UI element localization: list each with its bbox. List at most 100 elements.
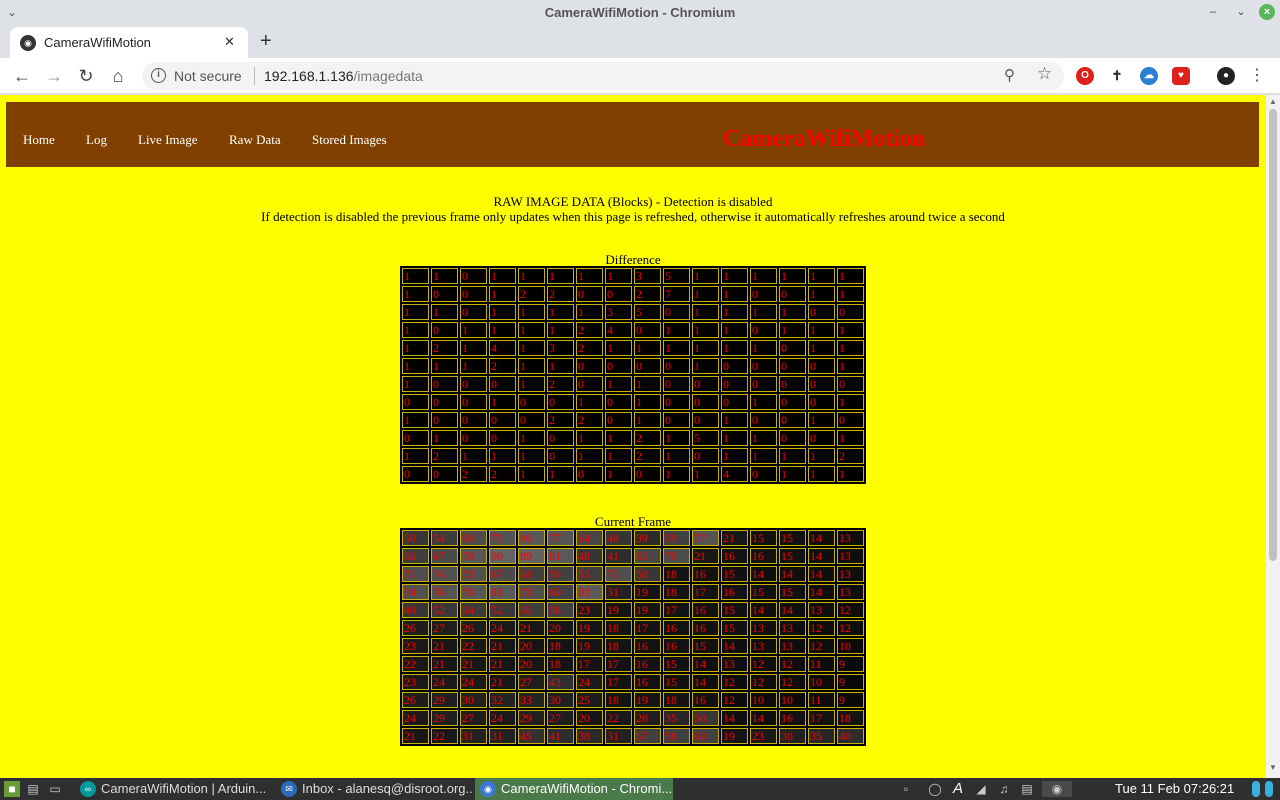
grid-cell: 1 [721, 268, 748, 284]
grid-cell: 23 [576, 602, 603, 618]
taskbar-clock[interactable]: Tue 11 Feb 07:26:21 [1115, 778, 1234, 800]
page-scrollbar[interactable]: ▲ ▼ [1266, 95, 1280, 778]
network-signal-icon[interactable]: ◢ [973, 781, 989, 797]
grid-cell: 17 [605, 674, 632, 690]
grid-cell: 14 [692, 674, 719, 690]
security-label[interactable]: Not secure [174, 68, 242, 84]
nav-stored-images-link[interactable]: Stored Images [312, 132, 387, 148]
grid-cell: 31 [605, 584, 632, 600]
grid-cell: 10 [779, 692, 806, 708]
font-tray-icon[interactable]: A [950, 781, 966, 797]
scroll-down-icon[interactable]: ▼ [1269, 763, 1277, 772]
grid-cell: 0 [837, 412, 864, 428]
grid-cell: 0 [431, 376, 458, 392]
maximize-icon[interactable]: ⌄ [1233, 4, 1249, 20]
grid-cell: 1 [518, 340, 545, 356]
grid-cell: 1 [402, 448, 429, 464]
battery-indicator-icon[interactable] [1252, 781, 1260, 797]
grid-cell: 39 [634, 530, 661, 546]
taskbar-item-label: Inbox - alanesq@disroot.org... [302, 781, 474, 796]
grid-cell: 14 [750, 602, 777, 618]
grid-cell: 1 [779, 466, 806, 482]
minimize-icon[interactable]: – [1205, 4, 1221, 20]
opera-extension-icon[interactable]: O [1076, 67, 1094, 85]
grid-cell: 1 [431, 430, 458, 446]
grid-cell: 1 [750, 448, 777, 464]
url-text[interactable]: 192.168.1.136/imagedata [264, 68, 423, 84]
grid-cell: 18 [663, 692, 690, 708]
grid-cell: 10 [837, 638, 864, 654]
grid-cell: 1 [489, 286, 516, 302]
grid-cell: 13 [808, 602, 835, 618]
grid-cell: 77 [547, 530, 574, 546]
grid-cell: 1 [489, 394, 516, 410]
scroll-up-icon[interactable]: ▲ [1269, 97, 1277, 106]
taskbar-item-thunderbird[interactable]: ✉ Inbox - alanesq@disroot.org... [276, 778, 474, 800]
shield-tray-icon[interactable]: ◯ [927, 781, 943, 797]
grid-cell: 2 [837, 448, 864, 464]
eye-extension-icon[interactable]: ✝ [1108, 67, 1126, 85]
close-window-icon[interactable]: × [1259, 4, 1275, 20]
grid-cell: 11 [808, 692, 835, 708]
notes-tray-icon[interactable]: ▤ [1019, 781, 1035, 797]
grid-cell: 2 [431, 340, 458, 356]
grid-cell: 0 [605, 412, 632, 428]
grid-cell: 1 [837, 322, 864, 338]
grid-cell: 4 [721, 466, 748, 482]
nav-home-link[interactable]: Home [23, 132, 55, 148]
cloud-extension-icon[interactable]: ☁ [1140, 67, 1158, 85]
terminal-launcher-icon[interactable]: ▤ [25, 781, 41, 797]
grid-cell: 24 [460, 674, 487, 690]
grid-cell: 16 [779, 710, 806, 726]
profile-avatar-icon[interactable]: ● [1217, 67, 1235, 85]
site-info-icon[interactable]: i [151, 68, 166, 83]
grid-cell: 0 [402, 394, 429, 410]
menu-dots-icon[interactable]: ⋮ [1245, 64, 1269, 88]
grid-cell: 22 [460, 638, 487, 654]
grid-cell: 28 [634, 710, 661, 726]
grid-cell: 1 [518, 430, 545, 446]
start-menu-icon[interactable]: ■ [4, 781, 20, 797]
scrollbar-thumb[interactable] [1269, 109, 1277, 561]
nav-live-image-link[interactable]: Live Image [138, 132, 198, 148]
grid-cell: 1 [460, 448, 487, 464]
grid-cell: 1 [489, 448, 516, 464]
file-manager-launcher-icon[interactable]: ▭ [47, 781, 63, 797]
nav-log-link[interactable]: Log [86, 132, 107, 148]
reload-icon[interactable]: ↻ [74, 64, 98, 88]
new-tab-icon[interactable]: + [260, 30, 272, 53]
taskbar-item-arduino[interactable]: ∞ CameraWifiMotion | Arduin... [75, 778, 275, 800]
clipboard-tray-icon[interactable]: ▫ [898, 781, 914, 797]
grid-cell: 4 [605, 322, 632, 338]
taskbar-item-chromium[interactable]: ◉ CameraWifiMotion - Chromi... [475, 778, 673, 800]
grid-cell: 0 [489, 376, 516, 392]
shield-extension-icon[interactable]: ♥ [1172, 67, 1190, 85]
workspace-indicator-icon[interactable] [1265, 781, 1273, 797]
bookmark-star-icon[interactable]: ☆ [1037, 64, 1052, 84]
nav-raw-data-link[interactable]: Raw Data [229, 132, 281, 148]
grid-cell: 1 [460, 322, 487, 338]
zoom-magnifier-icon[interactable]: ⚲ [1004, 66, 1015, 84]
grid-cell: 50 [402, 530, 429, 546]
grid-cell: 30 [779, 728, 806, 744]
grid-cell: 73 [605, 566, 632, 582]
grid-cell: 14 [750, 566, 777, 582]
grid-cell: 15 [663, 656, 690, 672]
grid-cell: 0 [663, 304, 690, 320]
home-icon[interactable]: ⌂ [106, 64, 130, 88]
grid-cell: 1 [402, 322, 429, 338]
grid-cell: 13 [750, 638, 777, 654]
grid-cell: 81 [489, 584, 516, 600]
volume-icon[interactable]: ♫ [996, 781, 1012, 797]
tab-camerawifimotion[interactable]: ◉ CameraWifiMotion ✕ [10, 27, 248, 58]
chrome-tray-icon[interactable]: ◉ [1042, 781, 1072, 797]
back-arrow-icon[interactable]: ← [10, 64, 34, 88]
grid-cell: 2 [489, 358, 516, 374]
forward-arrow-icon[interactable]: → [42, 64, 66, 88]
browser-toolbar: ← → ↻ ⌂ i Not secure 192.168.1.136/image… [0, 58, 1280, 94]
grid-cell: 20 [576, 710, 603, 726]
address-bar[interactable]: i Not secure 192.168.1.136/imagedata ⚲ ☆ [142, 62, 1064, 90]
tab-close-icon[interactable]: ✕ [224, 34, 235, 50]
grid-cell: 2 [547, 412, 574, 428]
grid-cell: 30 [547, 692, 574, 708]
